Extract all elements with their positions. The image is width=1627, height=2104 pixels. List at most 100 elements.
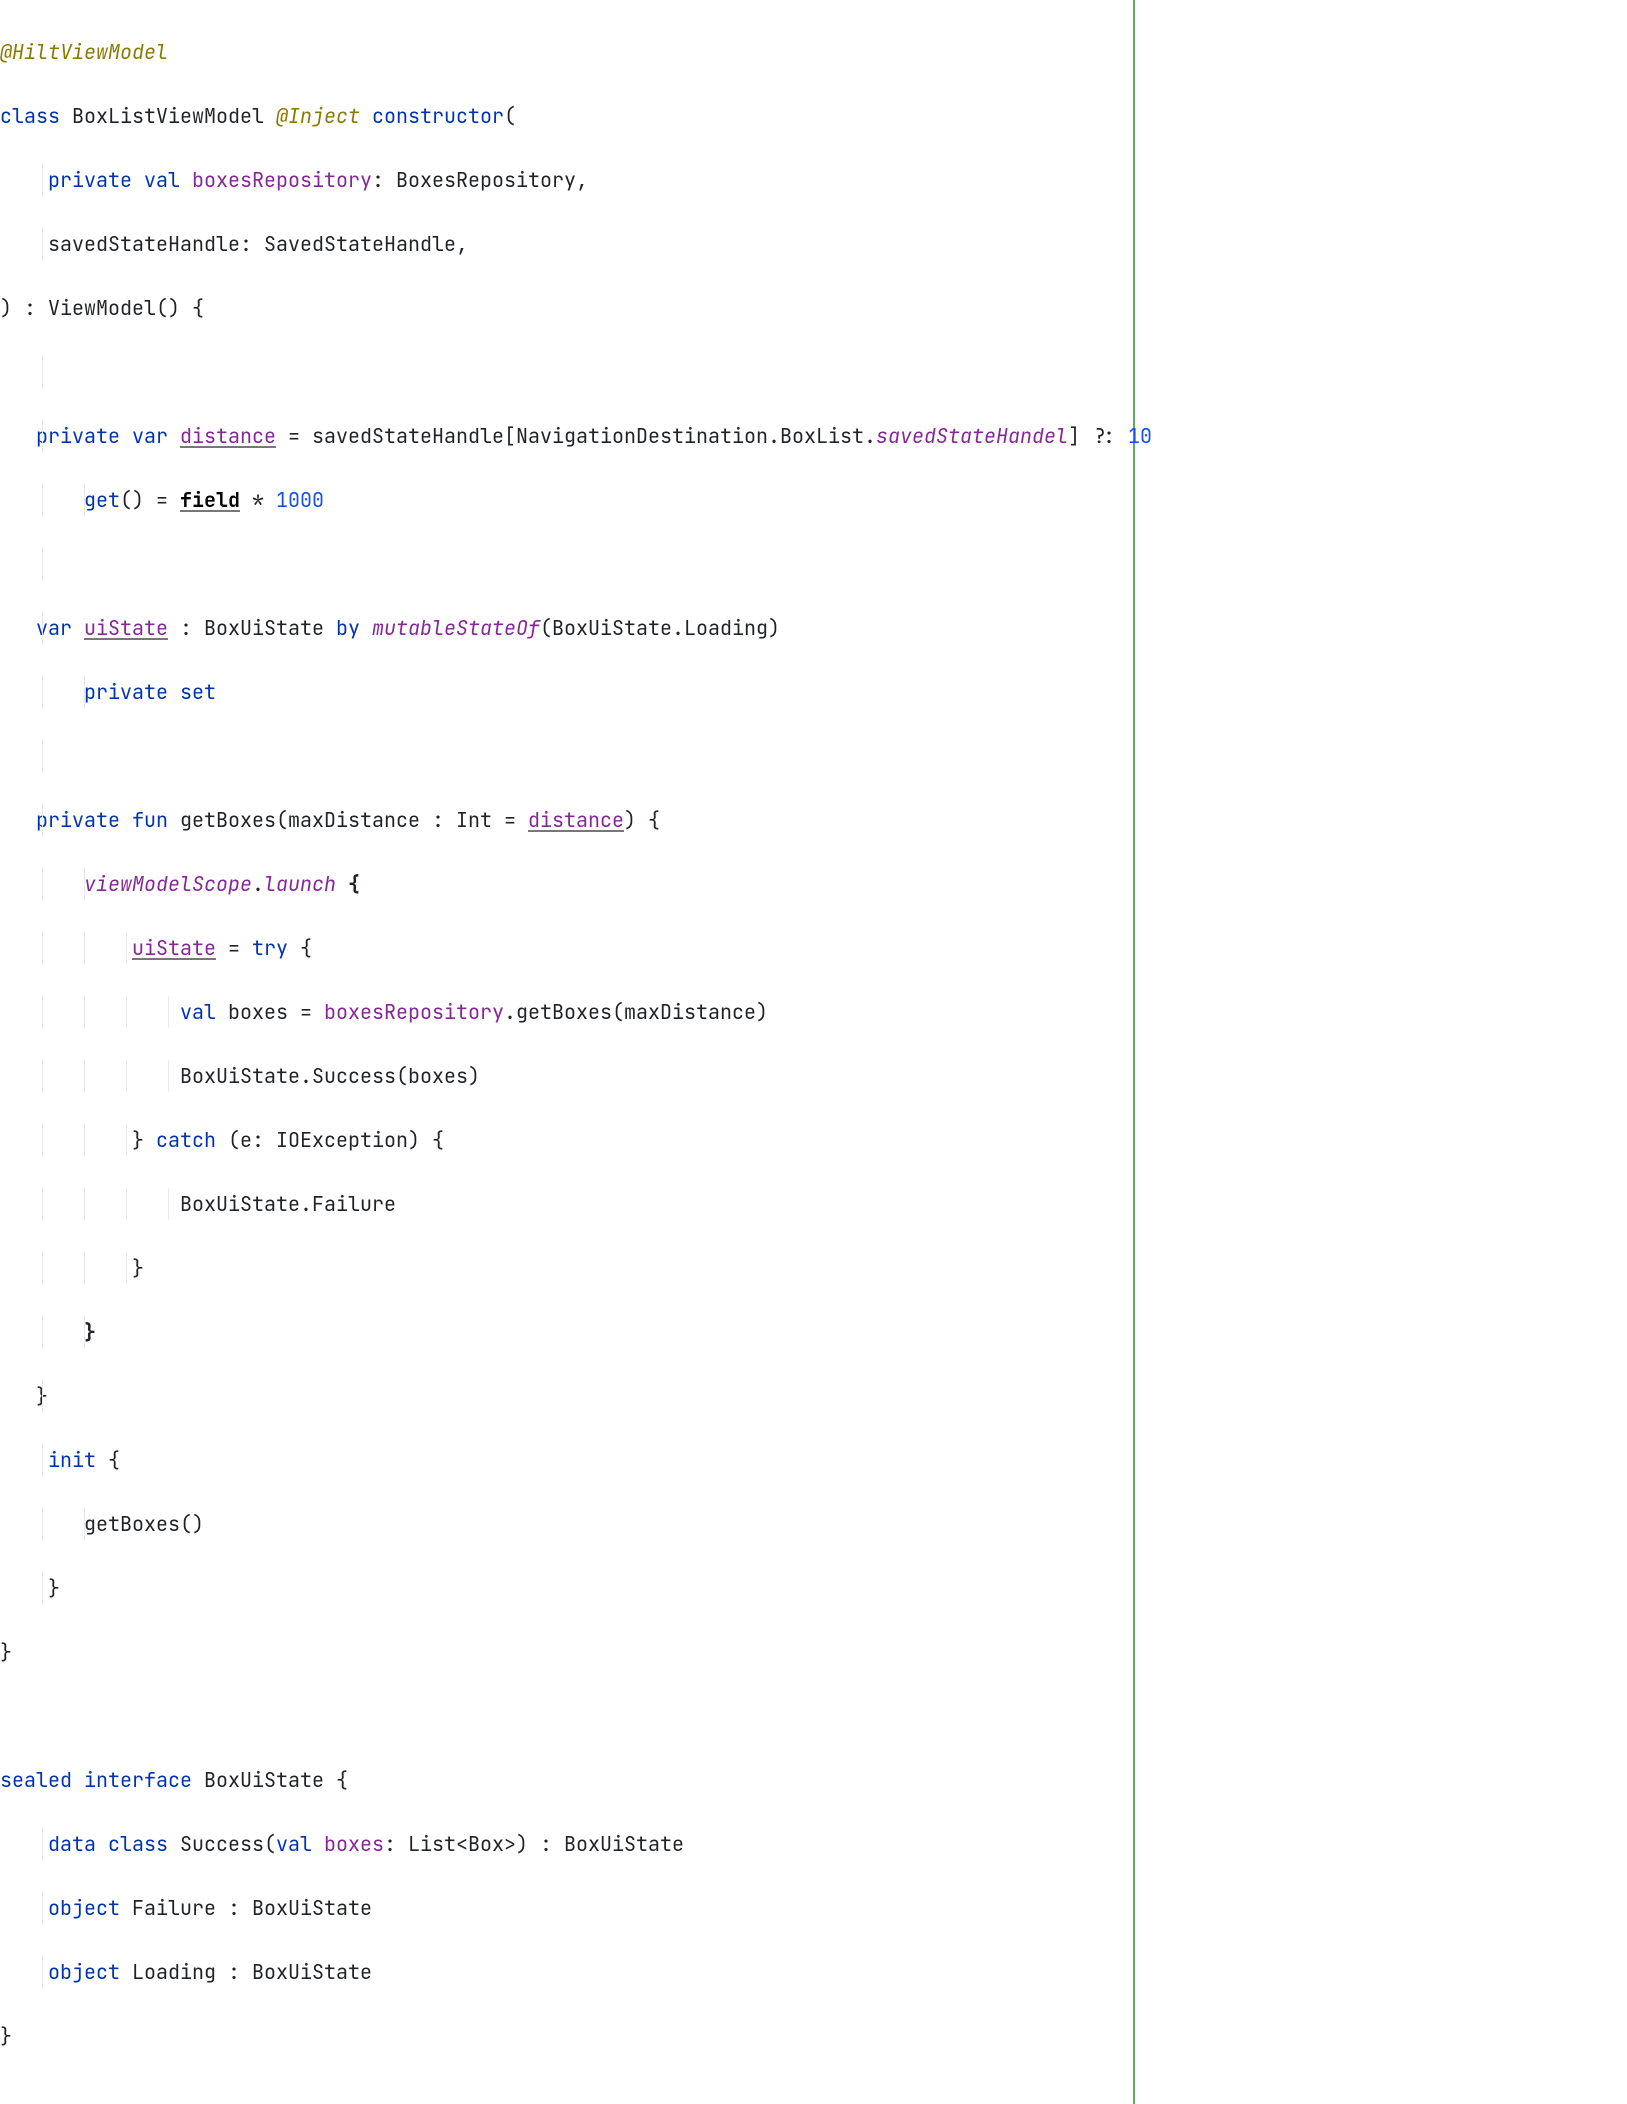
code-line[interactable]: sealed interface BoxUiState {: [0, 1764, 1123, 1796]
kw-sealed: sealed: [0, 1767, 72, 1793]
prop-distance: distance: [180, 423, 276, 449]
code-line[interactable]: }: [0, 1572, 1123, 1604]
annotation-inject: @Inject: [276, 103, 360, 129]
code-editor[interactable]: @HiltViewModel class BoxListViewModel @I…: [0, 0, 1135, 2104]
prop-savedStateHandel: savedStateHandel: [876, 423, 1068, 449]
code-line[interactable]: private set: [0, 676, 1123, 708]
kw-private: private: [36, 423, 120, 449]
brace-close: }: [0, 1639, 12, 1665]
code-line[interactable]: [0, 356, 1123, 388]
catch-args: (e: IOException) {: [216, 1127, 444, 1153]
kw-try: try: [252, 935, 288, 961]
kw-data: data: [48, 1831, 96, 1857]
code-line[interactable]: object Failure : BoxUiState: [0, 1892, 1123, 1924]
type: : List<Box>) : BoxUiState: [384, 1831, 684, 1857]
paren: (: [504, 103, 516, 129]
type: : BoxUiState: [168, 615, 336, 641]
code-line[interactable]: @HiltViewModel: [0, 36, 1123, 68]
expr-tail: ] ?:: [1068, 423, 1128, 449]
code-line[interactable]: data class Success(val boxes: List<Box>)…: [0, 1828, 1123, 1860]
kw-field: field: [180, 487, 240, 513]
code-line[interactable]: }: [0, 2020, 1123, 2052]
kw-var: var: [132, 423, 168, 449]
kw-class: class: [108, 1831, 168, 1857]
kw-catch: catch: [156, 1127, 216, 1153]
kw-val: val: [276, 1831, 312, 1857]
code-line[interactable]: }: [0, 1636, 1123, 1668]
num-literal: 10: [1128, 423, 1152, 449]
prop-boxes: boxes: [324, 1831, 384, 1857]
kw-by: by: [336, 615, 360, 641]
params: (maxDistance : Int =: [276, 807, 528, 833]
code-line[interactable]: BoxUiState.Failure: [0, 1188, 1123, 1220]
kw-val: val: [180, 999, 216, 1025]
code-line[interactable]: uiState = try {: [0, 932, 1123, 964]
expr-tail: (BoxUiState.Loading): [540, 615, 780, 641]
code-line[interactable]: var uiState : BoxUiState by mutableState…: [0, 612, 1123, 644]
code-line[interactable]: }: [0, 1316, 1123, 1348]
object-Failure: Failure : BoxUiState: [132, 1895, 372, 1921]
brace-close: }: [0, 2023, 12, 2049]
prop-uiState-ref: uiState: [132, 935, 216, 961]
code-line[interactable]: }: [0, 1380, 1123, 1412]
code-line[interactable]: init {: [0, 1444, 1123, 1476]
kw-get: get: [84, 487, 120, 513]
kw-object: object: [48, 1895, 120, 1921]
code-line[interactable]: [0, 740, 1123, 772]
code-line[interactable]: [0, 1700, 1123, 1732]
eq: =: [288, 999, 324, 1025]
class-header-close: ) : ViewModel() {: [0, 295, 204, 321]
call-getBoxes: getBoxes(): [84, 1511, 204, 1537]
kw-set: set: [180, 679, 216, 705]
eq: =: [216, 935, 252, 961]
dot: .: [252, 871, 264, 897]
kw-private: private: [36, 807, 120, 833]
code-line[interactable]: } catch (e: IOException) {: [0, 1124, 1123, 1156]
code-line[interactable]: ) : ViewModel() {: [0, 292, 1123, 324]
expr: BoxUiState.Failure: [180, 1191, 396, 1217]
iface-name: BoxUiState {: [204, 1767, 348, 1793]
code-line[interactable]: object Loading : BoxUiState: [0, 1956, 1123, 1988]
fn-mutableStateOf: mutableStateOf: [372, 615, 540, 641]
expr: () =: [120, 487, 180, 513]
code-line[interactable]: private var distance = savedStateHandle[…: [0, 420, 1123, 452]
brace: {: [336, 871, 360, 897]
fn-getBoxes: getBoxes: [180, 807, 276, 833]
code-line[interactable]: val boxes = boxesRepository.getBoxes(max…: [0, 996, 1123, 1028]
class-Success: Success(: [180, 1831, 276, 1857]
class-name: BoxListViewModel: [72, 103, 264, 129]
prop-boxesRepository: boxesRepository: [192, 167, 372, 193]
expr: BoxUiState.Success(boxes): [180, 1063, 480, 1089]
brace: {: [96, 1447, 120, 1473]
code-line[interactable]: [0, 548, 1123, 580]
code-line[interactable]: getBoxes(): [0, 1508, 1123, 1540]
kw-val: val: [144, 167, 180, 193]
kw-private: private: [84, 679, 168, 705]
kw-constructor: constructor: [372, 103, 504, 129]
brace: {: [288, 935, 312, 961]
kw-class: class: [0, 103, 60, 129]
code-line[interactable]: }: [0, 1252, 1123, 1284]
param-savedStateHandle: savedStateHandle: SavedStateHandle,: [48, 231, 468, 257]
op: *: [240, 487, 276, 513]
code-line[interactable]: class BoxListViewModel @Inject construct…: [0, 100, 1123, 132]
close: ) {: [624, 807, 660, 833]
object-Loading: Loading : BoxUiState: [132, 1959, 372, 1985]
viewModelScope: viewModelScope: [84, 871, 252, 897]
kw-private: private: [48, 167, 132, 193]
code-line[interactable]: savedStateHandle: SavedStateHandle,: [0, 228, 1123, 260]
prop-distance-ref: distance: [528, 807, 624, 833]
code-line[interactable]: private fun getBoxes(maxDistance : Int =…: [0, 804, 1123, 836]
prop-boxesRepository-ref: boxesRepository: [324, 999, 504, 1025]
code-line[interactable]: viewModelScope.launch {: [0, 868, 1123, 900]
code-line[interactable]: private val boxesRepository: BoxesReposi…: [0, 164, 1123, 196]
num-literal: 1000: [276, 487, 324, 513]
brace-close: }: [132, 1127, 156, 1153]
expr: = savedStateHandle[NavigationDestination…: [276, 423, 876, 449]
prop-uiState: uiState: [84, 615, 168, 641]
kw-init: init: [48, 1447, 96, 1473]
brace-close: }: [48, 1575, 60, 1601]
kw-interface: interface: [84, 1767, 192, 1793]
code-line[interactable]: get() = field * 1000: [0, 484, 1123, 516]
code-line[interactable]: BoxUiState.Success(boxes): [0, 1060, 1123, 1092]
